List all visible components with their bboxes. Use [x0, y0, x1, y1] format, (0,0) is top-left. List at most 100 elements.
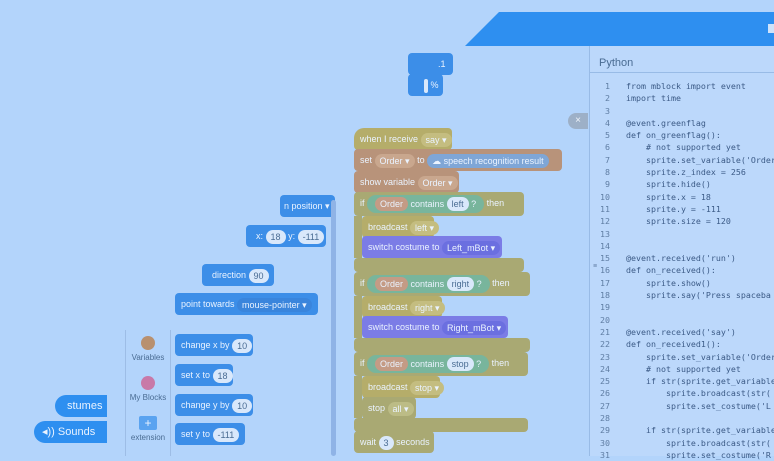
- line-text: sprite.set_variable('Order: [626, 154, 774, 165]
- palette-partial-block-1[interactable]: .1: [408, 53, 453, 75]
- top-bar-icon: [768, 24, 774, 33]
- when-receive-dropdown[interactable]: say ▾: [420, 132, 452, 147]
- palette-partial-block-2[interactable]: %: [408, 74, 443, 96]
- change-y-input[interactable]: 10: [232, 398, 253, 413]
- code-line: 24 # not supported yet: [590, 363, 774, 375]
- goto-y-label: y:: [288, 231, 296, 241]
- python-code[interactable]: 1 from mblock import event 2 import time 3 4 @…: [590, 80, 774, 461]
- top-bar: [465, 12, 774, 46]
- code-line: 5 def on_greenflag():: [590, 129, 774, 141]
- line-number: 17: [600, 277, 610, 288]
- line-number: 9: [605, 179, 610, 190]
- set-variable-dropdown[interactable]: Order ▾: [374, 153, 415, 168]
- goto-x-input[interactable]: 18: [265, 229, 286, 244]
- cloud-icon: ☁: [432, 155, 444, 166]
- change-x-input[interactable]: 10: [232, 338, 253, 353]
- stop-all-dropdown[interactable]: all ▾: [387, 401, 414, 416]
- line-text: sprite.broadcast(str(: [626, 388, 771, 399]
- order-1-reporter[interactable]: Order: [375, 197, 409, 212]
- order-3-reporter[interactable]: Order: [375, 357, 409, 372]
- set-x-block[interactable]: set x to 18: [175, 364, 233, 386]
- when-i-receive-block[interactable]: when I receive say ▾: [354, 128, 452, 150]
- line-text: from mblock import event: [626, 81, 746, 91]
- line-number: 30: [600, 437, 610, 448]
- tab-sounds[interactable]: ◂)) Sounds: [34, 421, 107, 443]
- line-number: 27: [600, 400, 610, 411]
- if-block-stop[interactable]: if Order contains stop ? then: [354, 352, 528, 376]
- code-line: 2 import time: [590, 92, 774, 104]
- line-number: 31: [600, 449, 610, 460]
- point-towards-block[interactable]: point towards mouse-pointer ▾: [175, 293, 318, 315]
- switch-2-label: switch costume to: [368, 322, 440, 332]
- contains-left-operator[interactable]: Order contains left ?: [367, 194, 485, 213]
- goto-y-input[interactable]: -111: [297, 229, 325, 244]
- order-2-reporter[interactable]: Order: [375, 277, 409, 292]
- show-variable-block[interactable]: show variable Order ▾: [354, 171, 459, 193]
- broadcast-left-block[interactable]: broadcast left ▾: [362, 216, 440, 238]
- broadcast-right-block[interactable]: broadcast right ▾: [362, 296, 445, 318]
- wait-label: wait: [360, 437, 377, 447]
- line-number: 21: [600, 326, 610, 337]
- show-variable-dropdown[interactable]: Order ▾: [417, 175, 458, 190]
- set-y-input[interactable]: -111: [212, 427, 240, 442]
- set-variable-block[interactable]: set Order ▾ to ☁ speech recognition resu…: [354, 149, 562, 171]
- glide-to-position-block[interactable]: n position ▾: [280, 195, 335, 217]
- set-x-input[interactable]: 18: [212, 368, 233, 383]
- line-number: 7: [605, 154, 610, 165]
- to-label: to: [417, 155, 425, 165]
- stop-all-block[interactable]: stop all ▾: [362, 397, 416, 419]
- line-text: sprite.y = -111: [626, 203, 721, 214]
- contains-3-input[interactable]: stop: [446, 357, 474, 372]
- contains-right-operator[interactable]: Order contains right ?: [367, 274, 490, 293]
- broadcast-1-dropdown[interactable]: left ▾: [410, 220, 440, 235]
- if-1-label: if: [360, 198, 365, 208]
- line-number: 22: [600, 339, 610, 350]
- stop-label: stop: [368, 403, 386, 413]
- line-text: sprite.set_variable('Order: [626, 351, 774, 362]
- if-2-label: if: [360, 278, 365, 288]
- if-block-right[interactable]: if Order contains right ? then: [354, 272, 530, 296]
- contains-2-input[interactable]: right: [446, 277, 475, 292]
- speech-recognition-reporter[interactable]: ☁ speech recognition result: [427, 153, 549, 168]
- switch-costume-right-block[interactable]: switch costume to Right_mBot ▾: [362, 316, 508, 338]
- change-y-block[interactable]: change y by 10: [175, 394, 253, 416]
- set-y-block[interactable]: set y to -111: [175, 423, 245, 445]
- line-number: 10: [600, 191, 610, 202]
- category-my-blocks[interactable]: My Blocks: [126, 376, 170, 402]
- contains-1-input[interactable]: left: [446, 197, 469, 212]
- wait-seconds-block[interactable]: wait 3 seconds: [354, 431, 434, 453]
- category-variables[interactable]: Variables: [126, 336, 170, 362]
- if-block-left[interactable]: if Order contains left ? then: [354, 192, 524, 216]
- broadcast-3-dropdown[interactable]: stop ▾: [410, 380, 445, 395]
- switch-costume-left-block[interactable]: switch costume to Left_mBot ▾: [362, 236, 502, 258]
- broadcast-stop-block[interactable]: broadcast stop ▾: [362, 376, 445, 398]
- palette-scrollbar[interactable]: [331, 200, 336, 456]
- go-to-xy-block[interactable]: x: 18 y: -111: [246, 225, 326, 247]
- line-text: def on_greenflag():: [626, 130, 721, 141]
- wait-input[interactable]: 3: [378, 435, 394, 450]
- broadcast-2-label: broadcast: [368, 302, 408, 312]
- line-text: sprite.show(): [626, 277, 711, 288]
- variables-icon: [141, 336, 155, 350]
- line-number: 15: [600, 253, 610, 264]
- category-extension[interactable]: + extension: [126, 416, 170, 442]
- change-x-block[interactable]: change x by 10: [175, 334, 253, 356]
- point-in-direction-block[interactable]: direction 90: [202, 264, 274, 286]
- direction-input[interactable]: 90: [248, 268, 269, 283]
- tab-costumes[interactable]: stumes: [55, 395, 107, 417]
- costume-2-dropdown[interactable]: Right_mBot ▾: [442, 320, 507, 335]
- code-line: 13: [590, 228, 774, 240]
- code-line: 30 sprite.broadcast(str(: [590, 437, 774, 449]
- set-y-label: set y to: [181, 429, 211, 439]
- point-towards-dropdown[interactable]: mouse-pointer ▾: [237, 297, 312, 312]
- costume-1-dropdown[interactable]: Left_mBot ▾: [442, 240, 501, 255]
- close-code-panel-button[interactable]: ×: [568, 113, 588, 129]
- palette-partial-2-text: %: [430, 80, 439, 90]
- then-3-label: then: [491, 358, 510, 368]
- line-text: def on_received1():: [626, 339, 721, 350]
- code-line: 9 sprite.hide(): [590, 178, 774, 190]
- code-line: 8 sprite.z_index = 256: [590, 166, 774, 178]
- palette-partial-2-input[interactable]: [424, 78, 428, 93]
- broadcast-2-dropdown[interactable]: right ▾: [410, 300, 445, 315]
- contains-stop-operator[interactable]: Order contains stop ?: [367, 354, 490, 373]
